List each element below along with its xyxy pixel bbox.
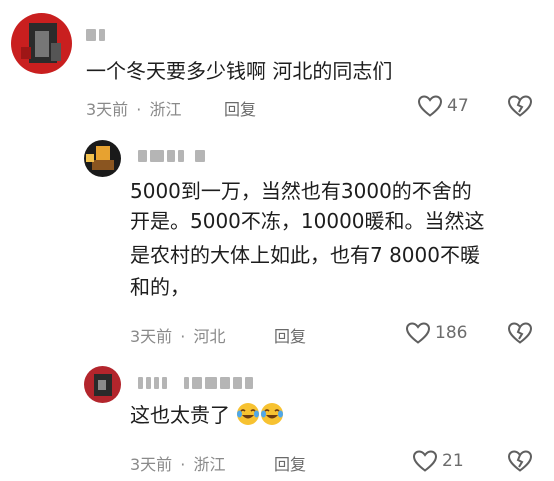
reply-1-like-button[interactable]: 186	[405, 321, 467, 345]
comment-time: 3天前	[86, 100, 129, 119]
reply-2-location: 浙江	[193, 455, 226, 474]
reply-2-text: 这也太贵了	[130, 403, 230, 427]
reply-avatar-2[interactable]	[84, 366, 121, 403]
heart-outline-icon	[417, 95, 443, 117]
crying-laughing-emoji-icon	[261, 403, 284, 425]
reply-2-like-count: 21	[442, 451, 464, 471]
commenter-name-redacted	[86, 29, 105, 41]
comment-text: 一个冬天要多少钱啊 河北的同志们	[86, 59, 393, 83]
reply-1-meta: 3天前 · 河北	[130, 323, 225, 347]
dislike-button[interactable]	[507, 94, 533, 122]
reply-2-time: 3天前	[130, 455, 173, 474]
broken-heart-icon	[507, 450, 533, 472]
meta-separator: ·	[136, 100, 142, 119]
reply-1-line-2: 开是。5000不冻，10000暖和。当然这	[130, 209, 485, 233]
reply-2-like-button[interactable]: 21	[412, 449, 464, 473]
comment-meta: 3天前 · 浙江	[86, 96, 181, 120]
reply-name-redacted-2	[138, 377, 253, 389]
reply-2-reply-button[interactable]: 回复	[274, 451, 306, 475]
reply-1-location: 河北	[193, 327, 226, 346]
reply-1-time: 3天前	[130, 327, 173, 346]
reply-1-line-4: 和的，	[130, 275, 190, 299]
reply-button[interactable]: 回复	[224, 96, 256, 120]
meta-separator: ·	[180, 327, 186, 346]
broken-heart-icon	[507, 322, 533, 344]
heart-outline-icon	[405, 322, 431, 344]
meta-separator: ·	[180, 455, 186, 474]
heart-outline-icon	[412, 450, 438, 472]
crying-laughing-emoji-icon	[237, 403, 260, 425]
reply-2-dislike-button[interactable]	[507, 449, 533, 477]
reply-1-reply-button[interactable]: 回复	[274, 323, 306, 347]
reply-1-like-count: 186	[435, 323, 468, 343]
reply-2-text-row: 这也太贵了	[130, 402, 284, 428]
comment-location: 浙江	[149, 100, 182, 119]
like-button[interactable]: 47	[417, 94, 469, 118]
reply-1-line-1: 5000到一万，当然也有3000的不舍的	[130, 179, 472, 203]
commenter-avatar[interactable]	[11, 13, 72, 74]
reply-1-line-3: 是农村的大体上如此，也有7 8000不暖	[130, 243, 480, 267]
reply-2-meta: 3天前 · 浙江	[130, 451, 225, 475]
reply-name-redacted-1	[138, 150, 205, 162]
reply-1-dislike-button[interactable]	[507, 321, 533, 349]
reply-avatar-1[interactable]	[84, 140, 121, 177]
like-count: 47	[447, 96, 469, 116]
broken-heart-icon	[507, 95, 533, 117]
